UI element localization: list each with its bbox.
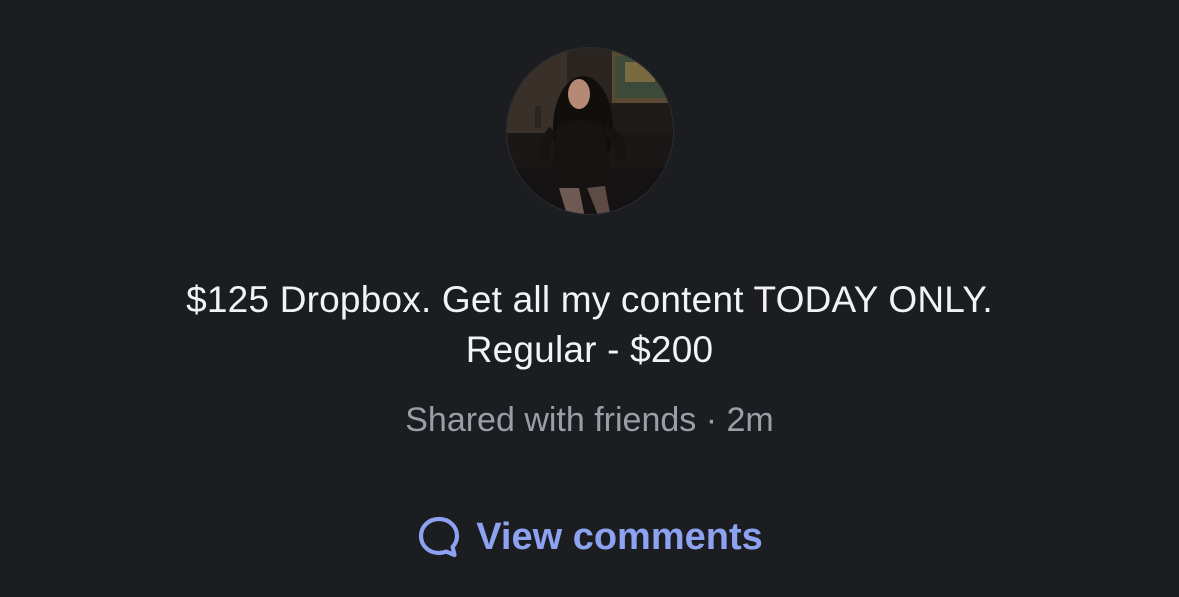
message-line-2: Regular - $200 [465,329,714,370]
audience-label: Shared with friends [405,401,697,439]
post-meta: Shared with friends · 2m [0,398,1179,442]
view-comments-button[interactable]: View comments [0,512,1179,562]
profile-photo [507,48,673,214]
avatar[interactable] [506,47,674,215]
speech-bubble-icon [416,514,462,560]
timestamp: 2m [726,401,774,439]
meta-separator: · [705,401,718,439]
story-card: $125 Dropbox. Get all my content TODAY O… [0,0,1179,597]
message-line-1: $125 Dropbox. Get all my content TODAY O… [186,279,993,320]
post-message: $125 Dropbox. Get all my content TODAY O… [0,275,1179,375]
view-comments-label: View comments [476,516,763,558]
